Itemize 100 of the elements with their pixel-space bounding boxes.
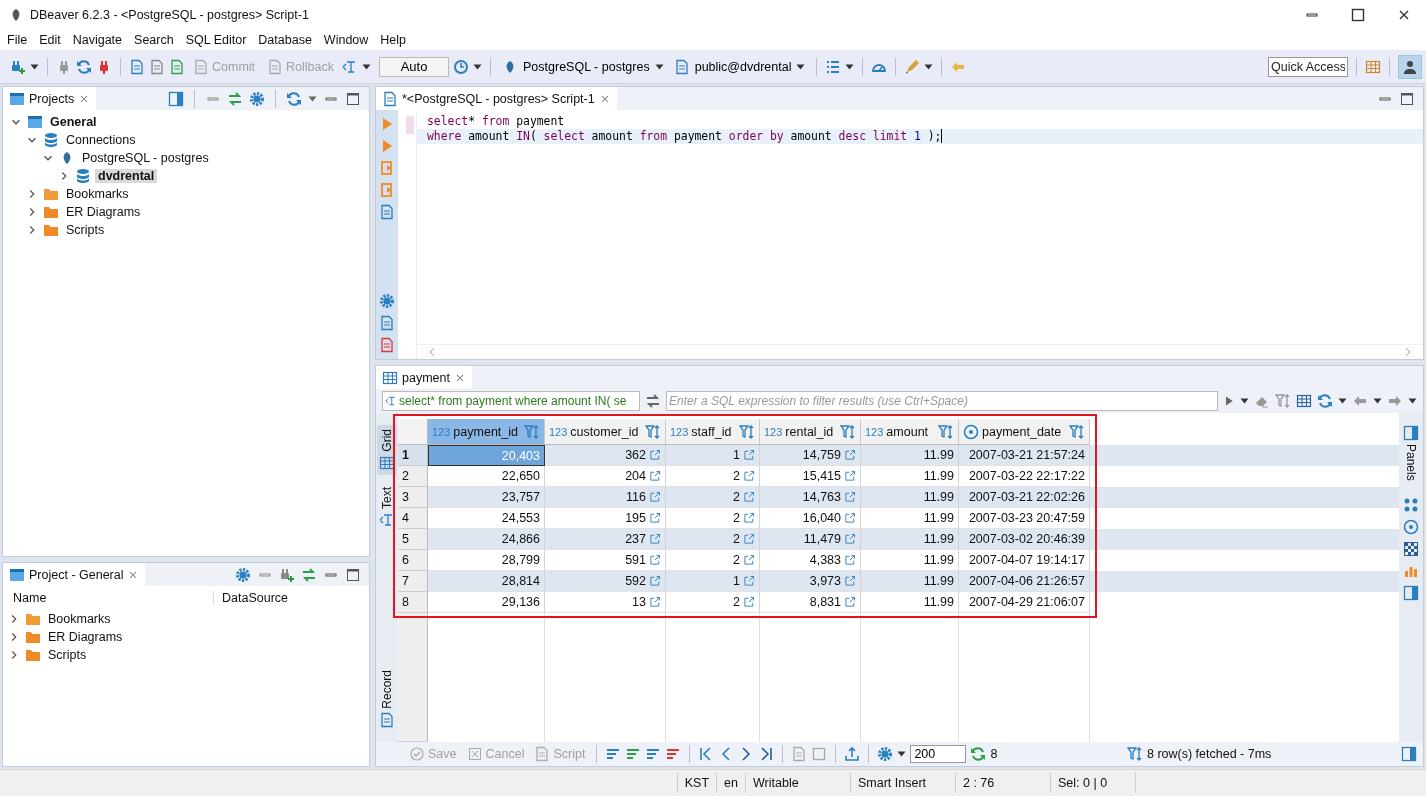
column-header[interactable]: 123 amount xyxy=(861,419,959,445)
link-icon[interactable] xyxy=(743,552,755,568)
document-icon[interactable] xyxy=(379,315,395,331)
projects-tab[interactable]: Projects xyxy=(3,87,97,110)
column-header[interactable]: 123 rental_id xyxy=(760,419,861,445)
row-number[interactable]: 1 xyxy=(398,445,428,466)
checker-icon[interactable] xyxy=(1403,540,1419,557)
frame-icon[interactable] xyxy=(811,746,828,762)
filter-sort-icon[interactable] xyxy=(840,423,856,440)
new-connection-icon[interactable] xyxy=(10,58,26,75)
perspective-button[interactable] xyxy=(1398,54,1422,79)
row-number[interactable]: 7 xyxy=(398,571,428,592)
document-icon[interactable] xyxy=(379,337,395,353)
filter-sort-icon[interactable] xyxy=(524,423,540,440)
link-icon[interactable] xyxy=(743,594,755,610)
column-header[interactable]: 123 staff_id xyxy=(666,419,760,445)
row-number[interactable]: 3 xyxy=(398,487,428,508)
link-icon[interactable] xyxy=(649,447,661,463)
tree-item[interactable]: Bookmarks xyxy=(63,187,132,201)
link-icon[interactable] xyxy=(649,531,661,547)
menu-item[interactable]: Navigate xyxy=(72,33,123,47)
add-row-icon[interactable] xyxy=(625,746,642,762)
export-icon[interactable] xyxy=(844,746,861,762)
link-icon[interactable] xyxy=(301,566,317,583)
column-header[interactable]: 123 customer_id xyxy=(545,419,666,445)
link-icon[interactable] xyxy=(844,447,856,463)
circle-icon[interactable] xyxy=(1403,518,1419,535)
tree-item[interactable]: Scripts xyxy=(45,648,90,662)
document-icon[interactable] xyxy=(129,58,145,75)
settings-icon[interactable] xyxy=(877,746,894,762)
row-number[interactable]: 5 xyxy=(398,529,428,550)
perspective-icon[interactable] xyxy=(1365,58,1381,75)
forward-icon[interactable] xyxy=(1387,393,1403,409)
link-icon[interactable] xyxy=(844,573,856,589)
transaction-mode-button[interactable]: Auto xyxy=(379,56,449,77)
filter-sort-icon[interactable] xyxy=(1069,423,1085,440)
menu-item[interactable]: File xyxy=(7,33,28,47)
tree-item[interactable]: ER Diagrams xyxy=(45,630,126,644)
link-icon[interactable] xyxy=(649,468,661,484)
tree-item[interactable]: Scripts xyxy=(63,223,108,237)
link-icon[interactable] xyxy=(844,510,856,526)
panels-tab[interactable]: Panels xyxy=(1403,425,1419,481)
copy-row-icon[interactable] xyxy=(645,746,662,762)
script-tab[interactable]: *<PostgreSQL - postgres> Script-1 xyxy=(376,87,617,110)
link-icon[interactable] xyxy=(743,510,755,526)
link-icon[interactable] xyxy=(649,573,661,589)
caret-icon[interactable] xyxy=(1240,398,1249,404)
edit-row-icon[interactable] xyxy=(605,746,622,762)
expand-icon[interactable] xyxy=(645,393,661,409)
link-icon[interactable] xyxy=(649,594,661,610)
link-icon[interactable] xyxy=(844,489,856,505)
maximize-icon[interactable] xyxy=(1350,7,1366,23)
schema-selector[interactable]: public@dvdrental xyxy=(670,56,809,77)
row-number[interactable]: 8 xyxy=(398,592,428,613)
menu-item[interactable]: Edit xyxy=(39,33,61,47)
query-field[interactable]: select* from payment where amount IN( se xyxy=(382,391,640,411)
caret-icon[interactable] xyxy=(924,63,934,70)
menu-item[interactable]: Window xyxy=(323,33,369,47)
filter-sort-icon[interactable] xyxy=(938,423,954,440)
row-number[interactable]: 2 xyxy=(398,466,428,487)
caret-icon[interactable] xyxy=(1408,398,1417,404)
column-header[interactable]: Name xyxy=(3,591,214,605)
link-icon[interactable] xyxy=(227,90,243,107)
new-folder-icon[interactable] xyxy=(168,90,184,107)
script-icon[interactable] xyxy=(379,160,395,176)
link-icon[interactable] xyxy=(743,468,755,484)
tree-item[interactable]: PostgreSQL - postgres xyxy=(79,151,212,165)
explain-icon[interactable] xyxy=(379,204,395,220)
caret-icon[interactable] xyxy=(1373,398,1382,404)
maximize-icon[interactable] xyxy=(345,566,361,583)
document-icon[interactable] xyxy=(149,58,165,75)
panel-icon[interactable] xyxy=(1403,584,1419,601)
maximize-icon[interactable] xyxy=(1399,90,1415,107)
caret-icon[interactable] xyxy=(362,63,371,70)
settings-icon[interactable] xyxy=(235,566,251,583)
menu-item[interactable]: SQL Editor xyxy=(185,33,247,47)
link-icon[interactable] xyxy=(844,594,856,610)
maximize-icon[interactable] xyxy=(345,90,361,107)
tree-item[interactable]: dvdrental xyxy=(95,169,158,183)
view-tab[interactable]: Record xyxy=(377,666,397,732)
caret-icon[interactable] xyxy=(473,63,482,70)
menu-item[interactable]: Database xyxy=(258,33,312,47)
column-header[interactable]: DataSource xyxy=(214,591,288,605)
settings-icon[interactable] xyxy=(249,90,265,107)
table-icon[interactable] xyxy=(1296,393,1312,409)
caret-icon[interactable] xyxy=(897,751,907,757)
fetch-size-field[interactable]: 200 xyxy=(910,745,967,763)
last-page-icon[interactable] xyxy=(758,746,775,762)
link-icon[interactable] xyxy=(743,531,755,547)
row-number[interactable]: 4 xyxy=(398,508,428,529)
tree-item[interactable]: Bookmarks xyxy=(45,612,114,626)
link-icon[interactable] xyxy=(844,468,856,484)
connection-selector[interactable]: PostgreSQL - postgres xyxy=(499,56,667,77)
document-icon[interactable] xyxy=(169,58,185,75)
column-header[interactable]: 123 payment_id xyxy=(428,419,545,445)
link-icon[interactable] xyxy=(743,573,755,589)
link-icon[interactable] xyxy=(743,447,755,463)
add-icon[interactable] xyxy=(279,566,295,583)
settings-icon[interactable] xyxy=(379,293,395,309)
caret-icon[interactable] xyxy=(845,63,855,70)
